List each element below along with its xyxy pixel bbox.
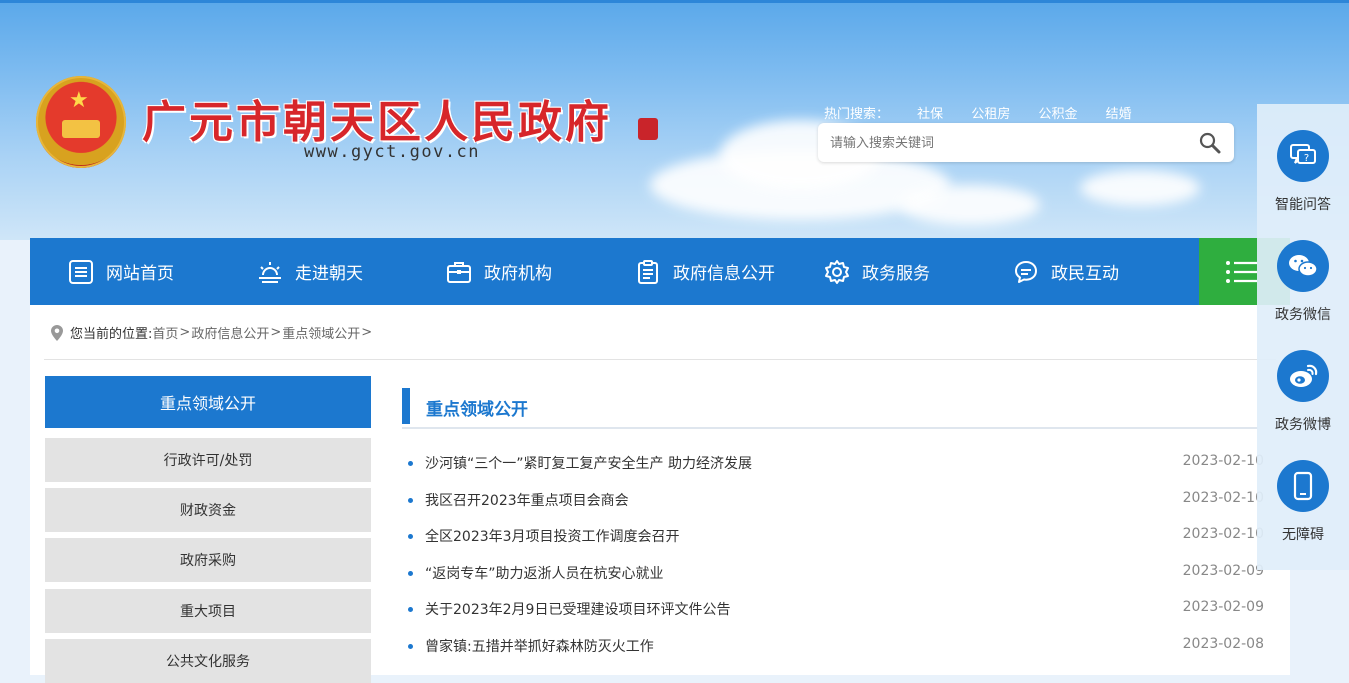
- news-date: 2023-02-10: [1182, 526, 1264, 542]
- search-input[interactable]: [828, 131, 1192, 156]
- list-icon: [69, 259, 93, 284]
- breadcrumb-divider: [44, 359, 1276, 360]
- section-accent-bar: [402, 388, 410, 424]
- breadcrumb-separator: >: [361, 325, 373, 340]
- sidebar-title: 重点领域公开: [45, 376, 371, 428]
- hot-link-shebao[interactable]: 社保: [917, 107, 943, 122]
- float-item-weibo[interactable]: 政务微博: [1257, 350, 1349, 450]
- news-item[interactable]: “返岗专车”助力返浙人员在杭安心就业 2023-02-09: [408, 561, 1264, 585]
- sidebar-item-finance[interactable]: 财政资金: [45, 488, 371, 532]
- news-item[interactable]: 全区2023年3月项目投资工作调度会召开 2023-02-10: [408, 524, 1264, 548]
- search-icon[interactable]: [1198, 131, 1222, 155]
- national-emblem-logo: ★: [36, 76, 126, 168]
- seal-stamp: [638, 118, 658, 140]
- breadcrumb-info-disclosure[interactable]: 政府信息公开: [191, 323, 269, 342]
- float-item-label: 智能问答: [1275, 197, 1331, 213]
- sidebar-item-culture[interactable]: 公共文化服务: [45, 639, 371, 683]
- nav-item-interaction[interactable]: 政民互动: [1013, 238, 1119, 305]
- hot-link-gongjijin[interactable]: 公积金: [1038, 107, 1077, 122]
- bullet-icon: [408, 571, 413, 576]
- section-title: 重点领域公开: [426, 400, 528, 420]
- float-item-qa[interactable]: ? 智能问答: [1257, 130, 1349, 230]
- hot-link-gongzufang[interactable]: 公租房: [971, 107, 1010, 122]
- site-title: 广元市朝天区人民政府: [142, 97, 612, 148]
- news-date: 2023-02-10: [1182, 453, 1264, 469]
- news-date: 2023-02-09: [1182, 563, 1264, 579]
- accessibility-icon: [1277, 460, 1329, 512]
- location-pin-icon: [51, 324, 63, 341]
- float-item-accessibility[interactable]: 无障碍: [1257, 460, 1349, 560]
- main-nav: 网站首页 走进朝天 政府机构 政府信息公开 政务服务 政民互动: [30, 238, 1290, 305]
- news-item[interactable]: 我区召开2023年重点项目会商会 2023-02-10: [408, 488, 1264, 512]
- news-date: 2023-02-09: [1182, 599, 1264, 615]
- news-title[interactable]: 沙河镇“三个一”紧盯复工复产安全生产 助力经济发展: [425, 453, 752, 473]
- breadcrumb: 您当前的位置: 首页 > 政府信息公开 > 重点领域公开 >: [50, 323, 373, 342]
- svg-text:?: ?: [1304, 153, 1309, 164]
- briefcase-icon: [447, 261, 471, 283]
- news-date: 2023-02-08: [1182, 636, 1264, 652]
- header-top-line: [0, 0, 1349, 3]
- float-item-label: 无障碍: [1282, 527, 1324, 543]
- breadcrumb-home[interactable]: 首页: [152, 323, 178, 342]
- breadcrumb-separator: >: [270, 325, 282, 340]
- sidebar-item-procurement[interactable]: 政府采购: [45, 538, 371, 582]
- bullet-icon: [408, 534, 413, 539]
- chat-icon: [1015, 260, 1037, 283]
- site-url: www.gyct.gov.cn: [304, 142, 481, 162]
- bullet-icon: [408, 644, 413, 649]
- news-title[interactable]: 关于2023年2月9日已受理建设项目环评文件公告: [425, 599, 730, 619]
- breadcrumb-key-areas[interactable]: 重点领域公开: [282, 323, 360, 342]
- news-item[interactable]: 关于2023年2月9日已受理建设项目环评文件公告 2023-02-09: [408, 597, 1264, 621]
- bullet-icon: [408, 498, 413, 503]
- bullet-icon: [408, 461, 413, 466]
- news-date: 2023-02-10: [1182, 490, 1264, 506]
- wechat-icon: [1277, 240, 1329, 292]
- nav-item-label: 政府信息公开: [673, 264, 775, 284]
- float-item-label: 政务微信: [1275, 307, 1331, 323]
- bullet-icon: [408, 607, 413, 612]
- hot-link-jiehun[interactable]: 结婚: [1106, 107, 1132, 122]
- nav-item-label: 走进朝天: [295, 264, 363, 284]
- breadcrumb-separator: >: [179, 325, 191, 340]
- nav-item-services[interactable]: 政务服务: [824, 238, 930, 305]
- news-title[interactable]: 曾家镇:五措并举抓好森林防灭火工作: [425, 636, 654, 656]
- news-title[interactable]: “返岗专车”助力返浙人员在杭安心就业: [425, 563, 664, 583]
- clipboard-icon: [638, 259, 658, 284]
- news-title[interactable]: 我区召开2023年重点项目会商会: [425, 490, 629, 510]
- weibo-icon: [1277, 350, 1329, 402]
- nav-item-info-disclosure[interactable]: 政府信息公开: [635, 238, 775, 305]
- breadcrumb-label: 您当前的位置:: [70, 327, 153, 342]
- news-item[interactable]: 沙河镇“三个一”紧盯复工复产安全生产 助力经济发展 2023-02-10: [408, 451, 1264, 475]
- cloud-decoration: [1080, 170, 1200, 206]
- float-item-label: 政务微博: [1275, 417, 1331, 433]
- sunrise-icon: [259, 261, 281, 283]
- floating-service-bar: ? 智能问答 政务微信 政务微博 无障碍: [1257, 104, 1349, 570]
- gear-icon: [825, 259, 849, 284]
- search-box: [818, 123, 1234, 162]
- news-title[interactable]: 全区2023年3月项目投资工作调度会召开: [425, 526, 680, 546]
- nav-item-label: 网站首页: [106, 264, 174, 284]
- nav-item-about[interactable]: 走进朝天: [257, 238, 363, 305]
- nav-item-label: 政民互动: [1051, 264, 1119, 284]
- float-item-wechat[interactable]: 政务微信: [1257, 240, 1349, 340]
- hot-search-label: 热门搜索：: [824, 107, 890, 122]
- content-area: 您当前的位置: 首页 > 政府信息公开 > 重点领域公开 > 重点领域公开 行政…: [30, 305, 1290, 683]
- section-divider: [402, 427, 1258, 429]
- sidebar-item-major-projects[interactable]: 重大项目: [45, 589, 371, 633]
- sidebar-item-permits[interactable]: 行政许可/处罚: [45, 438, 371, 482]
- nav-item-home[interactable]: 网站首页: [68, 238, 174, 305]
- site-header: ★ 广元市朝天区人民政府 www.gyct.gov.cn 热门搜索： 社保 公租…: [0, 0, 1349, 240]
- hot-search: 热门搜索： 社保 公租房 公积金 结婚: [824, 103, 1156, 122]
- menu-icon: [1226, 261, 1257, 283]
- qa-icon: ?: [1277, 130, 1329, 182]
- nav-item-label: 政府机构: [484, 264, 552, 284]
- news-item[interactable]: 曾家镇:五措并举抓好森林防灭火工作 2023-02-08: [408, 634, 1264, 658]
- nav-item-label: 政务服务: [862, 264, 930, 284]
- cloud-decoration: [900, 185, 1040, 225]
- nav-item-agencies[interactable]: 政府机构: [446, 238, 552, 305]
